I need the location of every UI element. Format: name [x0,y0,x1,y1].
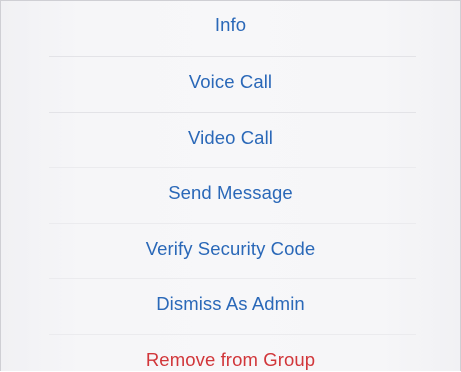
action-sheet-menu: Info Voice Call Video Call Send Message … [1,1,460,371]
dismiss-as-admin-label: Dismiss As Admin [156,293,305,314]
verify-security-code-label: Verify Security Code [145,237,316,259]
action-sheet: Info Voice Call Video Call Send Message … [1,1,460,371]
voice-call-label: Voice Call [188,71,273,92]
voice-call-button[interactable]: Voice Call [1,57,460,113]
info-button[interactable]: Info [1,1,460,57]
video-call-label: Video Call [188,126,273,148]
video-call-button[interactable]: Video Call [1,113,460,168]
action-sheet-frame: Info Voice Call Video Call Send Message … [0,0,461,371]
send-message-label: Send Message [168,182,293,203]
info-label: Info [214,14,247,35]
verify-security-code-button[interactable]: Verify Security Code [1,224,460,279]
remove-from-group-button[interactable]: Remove from Group [1,335,460,372]
remove-from-group-label: Remove from Group [145,348,316,370]
send-message-button[interactable]: Send Message [1,168,460,224]
dismiss-as-admin-button[interactable]: Dismiss As Admin [1,279,460,335]
